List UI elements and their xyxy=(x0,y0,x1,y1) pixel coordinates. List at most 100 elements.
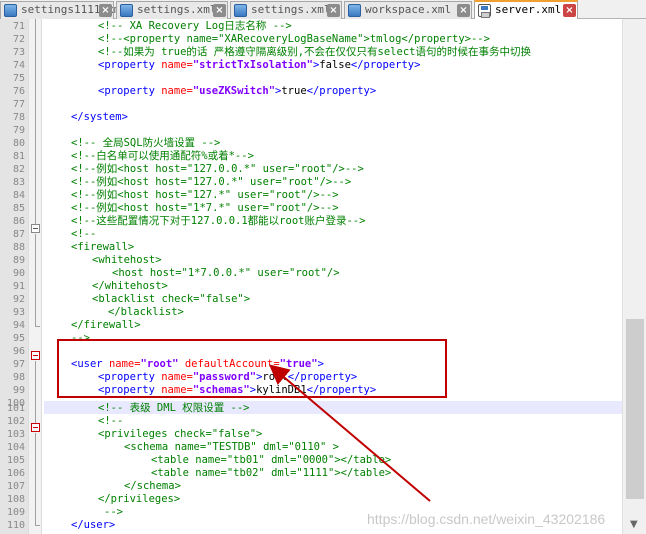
code-line: <privileges check="false"> xyxy=(98,428,263,440)
code-line: <!-- 全局SQL防火墙设置 --> xyxy=(71,137,221,149)
code-line: <!-- 表级 DML 权限设置 --> xyxy=(98,402,250,414)
line-number: 75 xyxy=(12,73,25,84)
code-line: </firewall> xyxy=(71,319,141,331)
code-line: <!--白名单可以使用通配符%或着*--> xyxy=(71,150,254,162)
code-line: <!-- xyxy=(98,415,124,427)
line-number: 93 xyxy=(12,307,25,318)
line-number: 109 xyxy=(6,507,25,518)
line-number: 85 xyxy=(12,203,25,214)
code-line: <!--这些配置情况下对于127.0.0.1都能以root账户登录--> xyxy=(71,215,366,227)
attr-token: name= xyxy=(161,59,193,71)
code-line: <table name="tb02" dml="1111"></table> xyxy=(151,467,392,479)
line-number: 106 xyxy=(6,468,25,479)
text-token: true xyxy=(281,85,307,97)
close-icon[interactable]: × xyxy=(457,4,470,17)
attr-token: name= xyxy=(161,85,193,97)
line-number: 82 xyxy=(12,164,25,175)
fold-toggle-icon[interactable] xyxy=(31,423,40,432)
highlight-annotation-box xyxy=(57,339,447,398)
line-number: 72 xyxy=(12,34,25,45)
line-number: 80 xyxy=(12,138,25,149)
code-line: <!--如果为 true的话 严格遵守隔离级别,不会在仅仅只有select语句的… xyxy=(98,46,531,58)
save-disk-icon xyxy=(478,4,491,18)
line-number: 84 xyxy=(12,190,25,201)
line-number: 103 xyxy=(6,429,25,440)
code-line: </privileges> xyxy=(98,493,181,505)
line-number: 101 xyxy=(6,403,25,414)
code-line: <!--例如<host host="127.0.0.*" user="root"… xyxy=(71,163,364,175)
line-number: 102 xyxy=(6,416,25,427)
code-line: </system> xyxy=(71,111,128,123)
line-number: 90 xyxy=(12,268,25,279)
tag-token: <property xyxy=(98,85,155,97)
tab-bar: settings1111.xml × settings.xml × settin… xyxy=(0,0,646,19)
code-line: <!-- xyxy=(71,228,97,240)
document-icon xyxy=(234,4,247,17)
code-line: <blacklist check="false"> xyxy=(92,293,251,305)
code-line: <whitehost> xyxy=(92,254,162,266)
tab-label: settings.xml xyxy=(251,3,331,16)
line-number: 110 xyxy=(6,520,25,531)
document-icon xyxy=(120,4,133,17)
fold-toggle-icon[interactable] xyxy=(31,351,40,360)
code-line: </whitehost> xyxy=(92,280,168,292)
tab-settings-xml[interactable]: settings.xml × xyxy=(116,1,228,19)
line-number: 96 xyxy=(12,346,25,357)
line-number: 78 xyxy=(12,112,25,123)
code-editor[interactable]: 71 72 73 74 75 76 77 78 79 80 81 82 83 84 85 86 87 88 89 90… xyxy=(0,19,646,534)
close-icon[interactable]: × xyxy=(563,4,576,17)
tab-label: server.xml xyxy=(495,3,562,16)
line-number: 99 xyxy=(12,385,25,396)
line-number: 94 xyxy=(12,320,25,331)
line-number: 108 xyxy=(6,494,25,505)
code-line: <schema name="TESTDB" dml="0110" > xyxy=(124,441,339,453)
tab-server-xml[interactable]: server.xml × xyxy=(474,0,578,19)
line-number: 88 xyxy=(12,242,25,253)
document-icon xyxy=(348,4,361,17)
close-icon[interactable]: × xyxy=(327,4,340,17)
line-number: 95 xyxy=(12,333,25,344)
tag-token: </property> xyxy=(306,85,377,97)
scrollbar-thumb[interactable] xyxy=(626,319,644,499)
line-number: 98 xyxy=(12,372,25,383)
fold-toggle-icon[interactable] xyxy=(31,224,40,233)
tab-settings-xml-2[interactable]: settings.xml × xyxy=(230,1,342,19)
code-line: <table name="tb01" dml="0000"></table> xyxy=(151,454,392,466)
tag-token: <property xyxy=(98,59,155,71)
scroll-down-arrow-icon[interactable]: ▼ xyxy=(630,519,638,530)
code-line: <!--<property name="XARecoveryLogBaseNam… xyxy=(98,33,490,45)
code-line: <!-- XA Recovery Log日志名称 --> xyxy=(98,20,292,32)
code-line: --> xyxy=(104,506,123,518)
line-number: 83 xyxy=(12,177,25,188)
fold-guide xyxy=(35,433,36,525)
watermark: https://blog.csdn.net/weixin_43202186 xyxy=(367,511,606,527)
code-line: <firewall> xyxy=(71,241,135,253)
line-number: 73 xyxy=(12,47,25,58)
vertical-scrollbar[interactable]: ▼ xyxy=(622,19,646,534)
line-number: 92 xyxy=(12,294,25,305)
code-line: </schema> xyxy=(124,480,181,492)
attr-value-token: "strictTxIsolation" xyxy=(192,59,313,71)
close-icon[interactable]: × xyxy=(99,4,112,17)
line-number: 71 xyxy=(12,21,25,32)
close-icon[interactable]: × xyxy=(213,4,226,17)
code-line: </blacklist> xyxy=(108,306,184,318)
fold-guide xyxy=(35,234,36,326)
fold-guide xyxy=(35,19,36,224)
line-number: 87 xyxy=(12,229,25,240)
code-line: <!--例如<host host="127.*" user="root"/>--… xyxy=(71,189,339,201)
code-line: <host host="1*7.0.0.*" user="root"/> xyxy=(112,267,340,279)
tab-workspace-xml[interactable]: workspace.xml × xyxy=(344,1,472,19)
tab-settings1111-xml[interactable]: settings1111.xml × xyxy=(0,1,127,19)
line-number: 107 xyxy=(6,481,25,492)
code-line: <!--例如<host host="127.0.*" user="root"/>… xyxy=(71,176,352,188)
tag-token: </property> xyxy=(350,59,421,71)
line-number: 91 xyxy=(12,281,25,292)
line-number: 77 xyxy=(12,99,25,110)
line-number: 104 xyxy=(6,442,25,453)
attr-value-token: "useZKSwitch" xyxy=(192,85,276,97)
line-number: 97 xyxy=(12,359,25,370)
code-line: <!--例如<host host="1*7.*" user="root"/>--… xyxy=(71,202,339,214)
tab-label: workspace.xml xyxy=(365,3,452,16)
fold-end xyxy=(35,326,40,327)
